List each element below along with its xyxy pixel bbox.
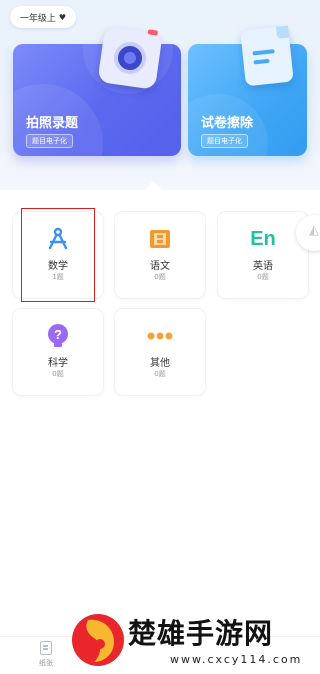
doc-line (253, 58, 270, 65)
selection-highlight (21, 208, 95, 302)
subject-count: 0题 (154, 370, 166, 378)
subject-name: 英语 (253, 261, 273, 272)
triangle-icon: ◭ (309, 223, 319, 238)
subject-science[interactable]: ? 科学 0题 (13, 309, 103, 395)
subject-other[interactable]: 其他 0题 (115, 309, 205, 395)
watermark-logo (72, 614, 124, 666)
paper-icon (40, 641, 52, 655)
nav-label: 纸张 (39, 659, 53, 667)
subject-count: 0题 (154, 273, 166, 281)
heart-icon: ♥ (58, 12, 67, 22)
watermark-text: 楚雄手游网 (128, 617, 274, 650)
subject-name: 科学 (48, 358, 68, 369)
subject-chinese[interactable]: 语文 0题 (115, 212, 205, 298)
subject-name: 其他 (150, 358, 170, 369)
subject-name: 语文 (150, 261, 170, 272)
card-tag: 题目电子化 (201, 134, 248, 148)
camera-icon (97, 26, 163, 90)
book-icon (115, 226, 205, 252)
card-title: 试卷擦除 (201, 116, 254, 131)
grade-label: 一年级上 (19, 13, 56, 24)
watermark: 楚雄手游网 www.cxcy114.com (70, 608, 320, 670)
en-icon-text: En (250, 227, 276, 250)
subject-count: 0题 (52, 370, 64, 378)
card-tag: 题目电子化 (26, 134, 73, 148)
dots-icon (115, 323, 205, 349)
doc-line (252, 49, 275, 56)
nav-item-paper[interactable]: 纸张 (28, 641, 64, 668)
subject-english[interactable]: En 英语 0题 (218, 212, 308, 298)
card-title: 拍照录题 (26, 116, 79, 131)
camera-flash (147, 29, 159, 36)
subject-count: 0题 (257, 273, 269, 281)
svg-text:?: ? (54, 327, 62, 342)
grade-selector[interactable]: 一年级上 ♥ (10, 6, 76, 28)
camera-lens (111, 39, 149, 77)
watermark-url: www.cxcy114.com (170, 653, 303, 666)
doc-corner (276, 25, 290, 39)
document-icon (240, 25, 294, 87)
en-icon: En (218, 226, 308, 252)
question-icon: ? (13, 323, 103, 349)
